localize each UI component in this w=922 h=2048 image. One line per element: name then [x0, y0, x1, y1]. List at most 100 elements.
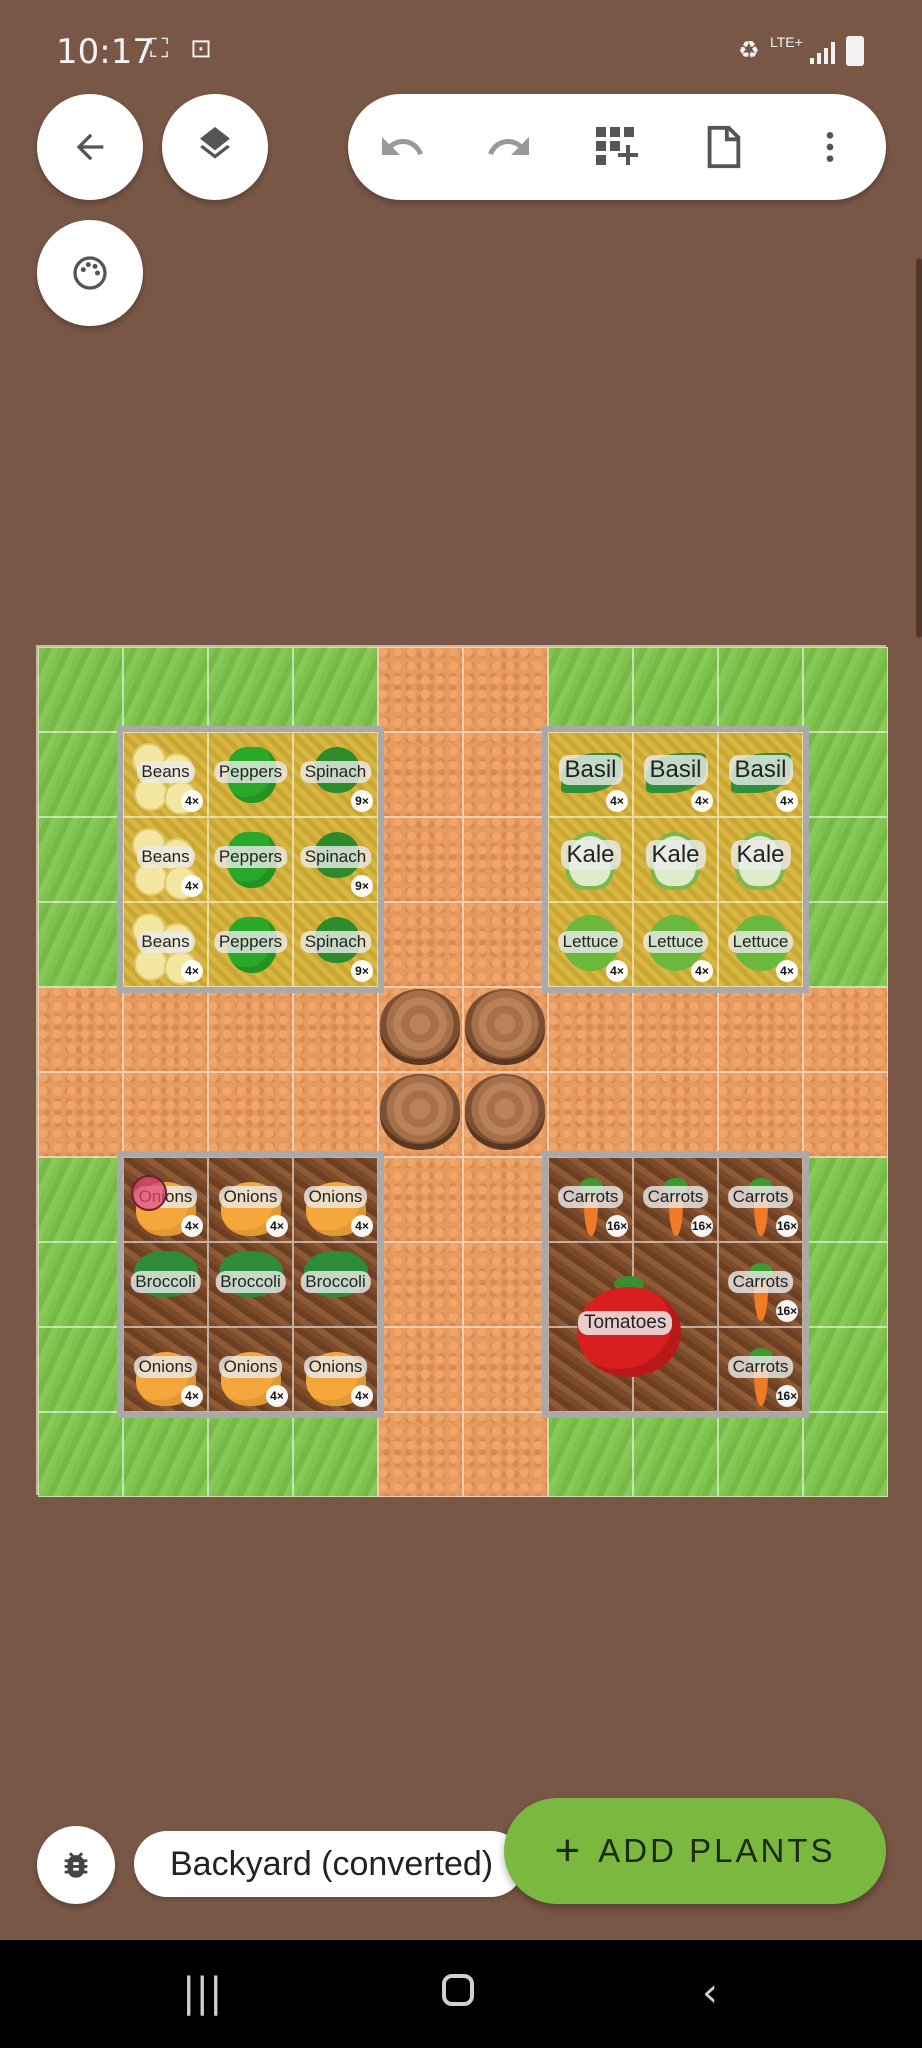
grass-tile[interactable] — [38, 902, 123, 987]
grass-tile[interactable] — [38, 1157, 123, 1242]
grass-tile[interactable] — [123, 647, 208, 732]
path-tile[interactable] — [378, 1327, 463, 1412]
grass-tile[interactable] — [803, 1412, 888, 1497]
grass-tile[interactable] — [123, 1412, 208, 1497]
scrollbar[interactable] — [916, 258, 922, 638]
plant-cell[interactable]: Basil 4× — [548, 732, 633, 817]
plant-cell[interactable]: Lettuce 4× — [633, 902, 718, 987]
plant-cell[interactable]: Onions 4× — [208, 1327, 293, 1412]
plant-cell[interactable]: Carrots 16× — [718, 1327, 803, 1412]
add-plants-button[interactable]: + ADD PLANTS — [504, 1798, 886, 1904]
grass-tile[interactable] — [548, 647, 633, 732]
tree-stump[interactable] — [465, 1074, 545, 1144]
grass-tile[interactable] — [38, 1412, 123, 1497]
tree-stump[interactable] — [380, 989, 460, 1059]
path-tile[interactable] — [378, 1412, 463, 1497]
path-tile[interactable] — [803, 987, 888, 1072]
plant-cell[interactable]: Onions 4× — [293, 1327, 378, 1412]
grass-tile[interactable] — [803, 817, 888, 902]
path-tile[interactable] — [548, 987, 633, 1072]
path-tile[interactable] — [463, 1412, 548, 1497]
plant-cell[interactable]: Carrots 16× — [548, 1157, 633, 1242]
garden-name-chip[interactable]: Backyard (converted) — [134, 1831, 524, 1897]
path-tile[interactable] — [463, 902, 548, 987]
plant-cell[interactable]: Basil 4× — [718, 732, 803, 817]
grass-tile[interactable] — [38, 1242, 123, 1327]
plant-cell[interactable]: Beans 4× — [123, 732, 208, 817]
grass-tile[interactable] — [718, 1412, 803, 1497]
grass-tile[interactable] — [293, 1412, 378, 1497]
grass-tile[interactable] — [633, 647, 718, 732]
grass-tile[interactable] — [293, 647, 378, 732]
recent-apps-icon[interactable]: ||| — [182, 1970, 222, 2016]
plant-cell[interactable]: Broccoli — [208, 1242, 293, 1327]
path-tile[interactable] — [378, 647, 463, 732]
path-tile[interactable] — [378, 1242, 463, 1327]
back-nav-icon[interactable]: ‹ — [702, 1970, 718, 2016]
plant-cell[interactable]: Beans 4× — [123, 817, 208, 902]
add-grid-button[interactable] — [586, 117, 646, 177]
plant-cell[interactable]: Broccoli — [123, 1242, 208, 1327]
debug-button[interactable] — [37, 1826, 115, 1904]
path-tile[interactable] — [208, 1072, 293, 1157]
path-tile[interactable] — [633, 1072, 718, 1157]
undo-button[interactable] — [372, 117, 432, 177]
grass-tile[interactable] — [803, 647, 888, 732]
plant-cell[interactable]: Beans 4× — [123, 902, 208, 987]
plant-cell[interactable]: Carrots 16× — [718, 1157, 803, 1242]
grass-tile[interactable] — [208, 1412, 293, 1497]
grass-tile[interactable] — [803, 732, 888, 817]
path-tile[interactable] — [378, 732, 463, 817]
path-tile[interactable] — [38, 1072, 123, 1157]
plant-cell[interactable]: Lettuce 4× — [718, 902, 803, 987]
grass-tile[interactable] — [803, 1327, 888, 1412]
path-tile[interactable] — [378, 817, 463, 902]
path-tile[interactable] — [208, 987, 293, 1072]
path-tile[interactable] — [463, 1242, 548, 1327]
plant-cell[interactable]: Onions 4× — [123, 1327, 208, 1412]
plant-cell[interactable]: Broccoli — [293, 1242, 378, 1327]
grass-tile[interactable] — [803, 1157, 888, 1242]
plant-cell[interactable]: Peppers — [208, 817, 293, 902]
grass-tile[interactable] — [208, 647, 293, 732]
tree-stump[interactable] — [465, 989, 545, 1059]
path-tile[interactable] — [378, 1157, 463, 1242]
home-icon[interactable] — [442, 1974, 474, 2006]
grass-tile[interactable] — [38, 1327, 123, 1412]
palette-button[interactable] — [37, 220, 143, 326]
path-tile[interactable] — [463, 647, 548, 732]
plant-cell[interactable]: Kale — [718, 817, 803, 902]
redo-button[interactable] — [479, 117, 539, 177]
more-button[interactable] — [800, 117, 860, 177]
grass-tile[interactable] — [38, 817, 123, 902]
plant-cell[interactable]: Basil 4× — [633, 732, 718, 817]
path-tile[interactable] — [38, 987, 123, 1072]
path-tile[interactable] — [293, 1072, 378, 1157]
path-tile[interactable] — [293, 987, 378, 1072]
plant-cell[interactable]: Carrots 16× — [718, 1242, 803, 1327]
plant-cell[interactable]: Spinach 9× — [293, 902, 378, 987]
plant-cell[interactable]: Spinach 9× — [293, 817, 378, 902]
path-tile[interactable] — [378, 902, 463, 987]
grass-tile[interactable] — [633, 1412, 718, 1497]
plant-cell[interactable]: Carrots 16× — [633, 1157, 718, 1242]
path-tile[interactable] — [718, 987, 803, 1072]
plant-cell[interactable]: Lettuce 4× — [548, 902, 633, 987]
grass-tile[interactable] — [803, 1242, 888, 1327]
path-tile[interactable] — [123, 987, 208, 1072]
plant-cell[interactable]: Kale — [633, 817, 718, 902]
path-tile[interactable] — [803, 1072, 888, 1157]
grass-tile[interactable] — [803, 902, 888, 987]
grass-tile[interactable] — [548, 1412, 633, 1497]
path-tile[interactable] — [633, 987, 718, 1072]
plant-cell[interactable]: Onions 4× — [208, 1157, 293, 1242]
grass-tile[interactable] — [38, 647, 123, 732]
path-tile[interactable] — [463, 732, 548, 817]
path-tile[interactable] — [463, 817, 548, 902]
path-tile[interactable] — [123, 1072, 208, 1157]
garden-canvas[interactable]: Beans 4× Peppers Spinach 9× Beans 4× Peppers Spi… — [36, 645, 888, 1497]
back-button[interactable] — [37, 94, 143, 200]
path-tile[interactable] — [463, 1157, 548, 1242]
grass-tile[interactable] — [718, 647, 803, 732]
plant-cell[interactable]: Onions 4× — [293, 1157, 378, 1242]
